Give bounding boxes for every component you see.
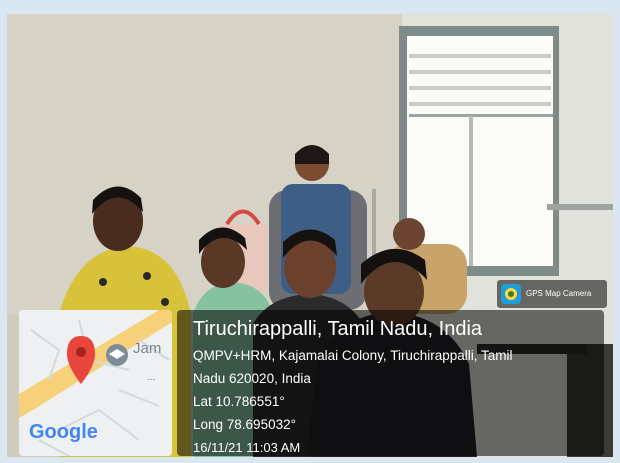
gps-map-camera-icon (501, 284, 521, 304)
address-line-1: QMPV+HRM, Kajamalai Colony, Tiruchirappa… (193, 348, 513, 363)
badge-label: GPS Map Camera (526, 289, 592, 298)
map-more: ... (147, 372, 155, 383)
latitude: Lat 10.786551° (193, 394, 285, 409)
location-info: Tiruchirappalli, Tamil Nadu, India QMPV+… (177, 310, 604, 456)
location-overlay: Jam ... Google Tiruchirappalli, Tamil Na… (19, 310, 604, 456)
datetime: 16/11/21 11:03 AM (193, 440, 301, 455)
photo-frame: GPS Map Camera Jam ... Google Tiruchirap… (7, 14, 613, 457)
mini-map[interactable]: Jam ... Google (19, 310, 172, 456)
longitude: Long 78.695032° (193, 417, 296, 432)
google-logo: Google (29, 421, 98, 443)
address-line-2: Nadu 620020, India (193, 371, 311, 386)
gps-camera-badge: GPS Map Camera (497, 280, 607, 308)
location-title: Tiruchirappalli, Tamil Nadu, India (193, 318, 483, 340)
map-label: Jam (133, 340, 161, 357)
